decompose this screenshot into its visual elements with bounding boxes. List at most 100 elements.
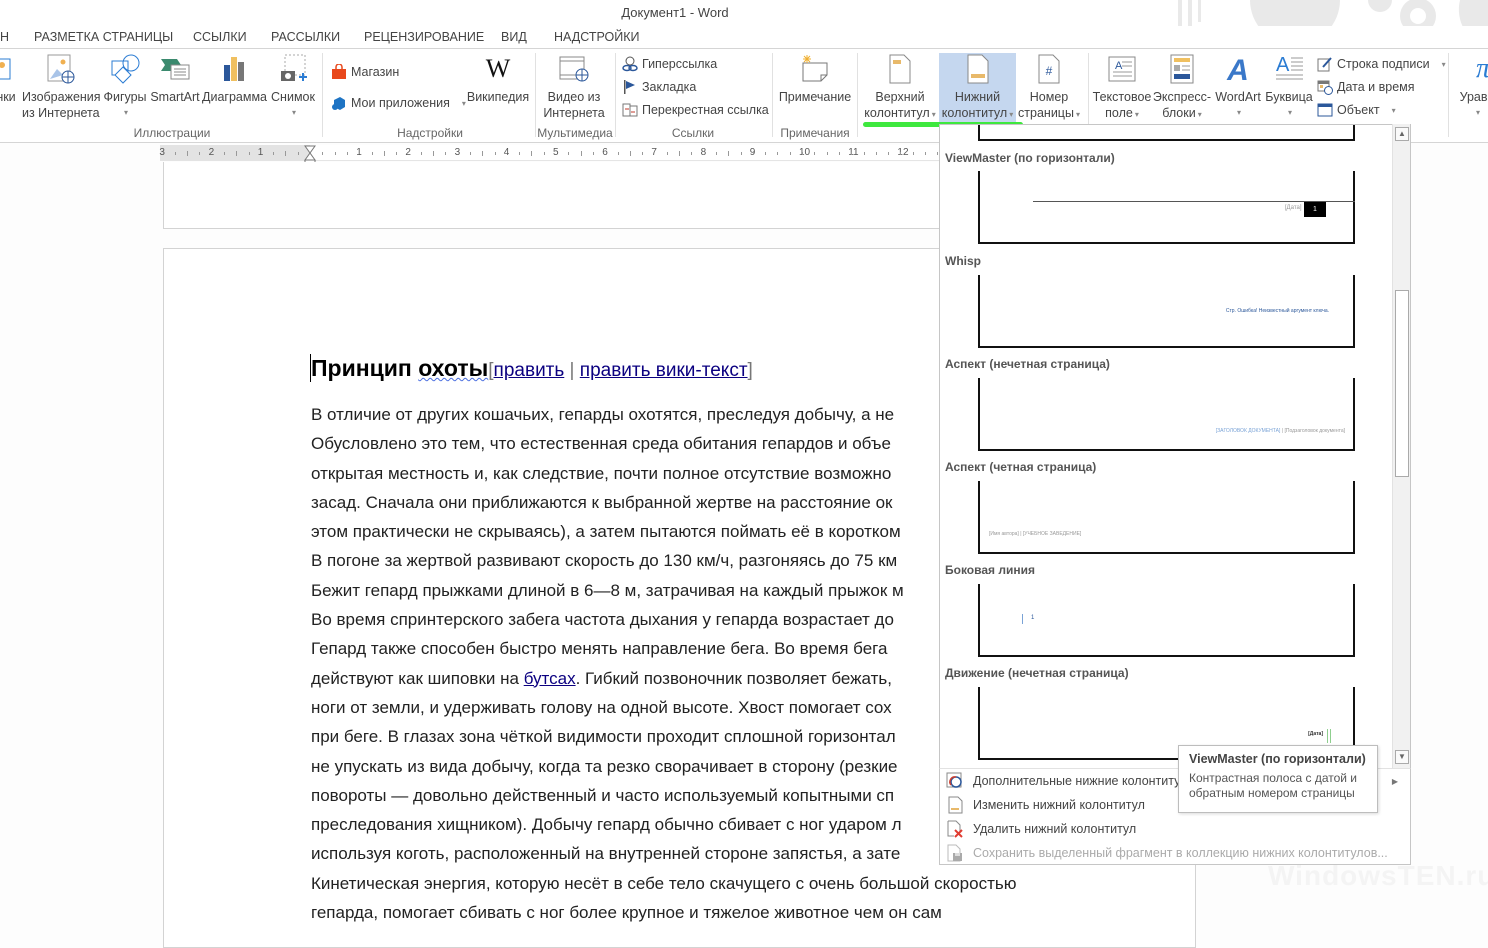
- gallery-item-whisp[interactable]: Стр. Ошибка! Неизвестный аргумент ключа.: [978, 275, 1355, 348]
- gallery-item-sideline[interactable]: 1: [978, 584, 1355, 657]
- shapes-icon: [111, 54, 140, 84]
- ruler-tick: [728, 151, 730, 156]
- tab-home-partial[interactable]: Н: [0, 30, 9, 44]
- comment-icon: [802, 55, 828, 82]
- horizontal-ruler[interactable]: 321123456789101112: [159, 145, 940, 167]
- wikipedia-button[interactable]: W Википедия: [466, 53, 530, 105]
- quick-parts-icon: [1170, 54, 1194, 84]
- tab-view[interactable]: ВИД: [501, 30, 527, 44]
- svg-text:A: A: [1276, 54, 1290, 76]
- footer-gallery: ViewMaster (по горизонтали) 1 [Дата] Whi…: [939, 124, 1411, 769]
- section-heading[interactable]: Принцип охоты[править | править вики-тек…: [311, 355, 753, 382]
- online-pictures-button[interactable]: Изображения из Интернета: [22, 53, 101, 121]
- chart-button[interactable]: Диаграмма: [202, 53, 267, 105]
- gallery-item-aspect-even[interactable]: [Имя автора] | [УЧЕБНОЕ ЗАВЕДЕНИЕ]: [978, 481, 1355, 554]
- online-video-icon: [559, 56, 589, 82]
- ribbon-separator: [1448, 53, 1449, 137]
- watermark: WindowsTEN.ru: [1268, 860, 1488, 891]
- ruler-tick: [469, 152, 471, 155]
- tab-references[interactable]: ССЫЛКИ: [193, 30, 247, 44]
- gallery-item-aspect-odd[interactable]: [ЗАГОЛОВОК ДОКУМЕНТА] | [Подзаголовок до…: [978, 378, 1355, 451]
- drop-cap-button[interactable]: A Буквица ▾: [1264, 53, 1314, 121]
- ruler-tick: [851, 152, 853, 155]
- smartart-button[interactable]: SmartArt: [150, 53, 200, 105]
- document-page-previous: [163, 162, 940, 229]
- gallery-item-viewmaster[interactable]: 1 [Дата]: [978, 171, 1355, 244]
- pictures-button[interactable]: нки: [0, 53, 18, 105]
- ruler-tick: [482, 151, 484, 156]
- ruler-tick: [826, 152, 828, 155]
- spelling-flagged-word[interactable]: охоты: [418, 355, 488, 381]
- wikipedia-icon: W: [486, 54, 511, 83]
- ruler-tick: [802, 152, 803, 155]
- header-button[interactable]: Верхний колонтитул ▾: [862, 53, 938, 123]
- ruler-tick: [420, 152, 422, 155]
- chart-icon: [224, 57, 244, 81]
- bookmark-button[interactable]: Закладка: [622, 79, 696, 95]
- ruler-tick: [371, 152, 373, 155]
- ruler-tick: [617, 152, 619, 155]
- office-com-icon: [946, 772, 962, 788]
- ruler-tick: [285, 151, 287, 156]
- gallery-item-title: ViewMaster (по горизонтали): [945, 151, 1115, 165]
- object-button[interactable]: Объект ▾: [1317, 102, 1396, 118]
- ruler-tick: [691, 152, 693, 155]
- online-pictures-icon: [47, 54, 75, 84]
- online-video-button[interactable]: Видео из Интернета: [539, 53, 609, 121]
- shapes-button[interactable]: Фигуры ▾: [102, 53, 148, 121]
- quick-parts-button[interactable]: Экспресс- блоки ▾: [1152, 53, 1212, 123]
- gallery-scrollbar[interactable]: ▲ ▼: [1392, 124, 1410, 769]
- ruler-number: 6: [602, 147, 608, 158]
- boots-link[interactable]: бутсах: [524, 669, 576, 688]
- ruler-tick: [777, 152, 779, 155]
- ruler-tick: [740, 152, 742, 155]
- wordart-icon: A: [1226, 54, 1249, 85]
- hyperlink-button[interactable]: Гиперссылка: [622, 56, 717, 72]
- ruler-number: 7: [651, 147, 657, 158]
- equation-button[interactable]: π Уравн ▾: [1452, 53, 1488, 121]
- ruler-tick: [765, 152, 767, 155]
- window-title: Документ1 - Word: [621, 5, 729, 20]
- group-label-comments: Примечания: [780, 126, 850, 140]
- footer-button[interactable]: Нижний колонтитул ▾: [939, 53, 1016, 123]
- scroll-down-button[interactable]: ▼: [1395, 750, 1409, 764]
- my-apps-button[interactable]: Мои приложения ▾: [331, 95, 466, 111]
- cross-reference-button[interactable]: Перекрестная ссылка: [622, 102, 769, 118]
- hyperlink-icon: [622, 56, 638, 72]
- edit-wiki-text-link[interactable]: править вики-текст: [580, 360, 748, 381]
- signature-line-button[interactable]: Строка подписи ▾: [1317, 56, 1446, 72]
- ruler-number: 1: [356, 147, 362, 158]
- ruler-tick: [912, 152, 914, 155]
- object-icon: [1317, 103, 1333, 117]
- bookmark-icon: [624, 80, 635, 94]
- tab-mailings[interactable]: РАССЫЛКИ: [271, 30, 340, 44]
- title-bar: Документ1 - Word: [0, 0, 1488, 48]
- preview-text: [Дата]: [1308, 731, 1323, 737]
- comment-button[interactable]: Примечание: [778, 53, 852, 105]
- my-apps-icon: [332, 97, 345, 110]
- store-button[interactable]: Магазин: [331, 64, 399, 80]
- edit-footer-icon: [948, 796, 963, 814]
- ruler-tick: [531, 151, 533, 156]
- date-time-button[interactable]: Дата и время: [1317, 79, 1415, 95]
- edit-link[interactable]: править: [494, 360, 565, 381]
- tab-page-layout[interactable]: РАЗМЕТКА СТРАНИЦЫ: [34, 30, 173, 44]
- page-number-button[interactable]: # Номер страницы ▾: [1016, 53, 1082, 123]
- submenu-arrow-icon: ▶: [1391, 776, 1398, 786]
- tab-review[interactable]: РЕЦЕНЗИРОВАНИЕ: [364, 30, 484, 44]
- ruler-tick: [187, 151, 188, 156]
- screenshot-button[interactable]: Снимок ▾: [270, 53, 316, 121]
- menu-item-remove-footer[interactable]: Удалить нижний колонтитул: [946, 818, 1406, 840]
- tab-addins[interactable]: НАДСТРОЙКИ: [554, 30, 640, 44]
- ruler-tick: [519, 152, 521, 155]
- scroll-up-button[interactable]: ▲: [1395, 127, 1409, 141]
- gallery-item-title: Whisp: [945, 254, 981, 268]
- gallery-preview-previous[interactable]: [978, 125, 1355, 141]
- text-box-button[interactable]: A Текстовое поле ▾: [1092, 53, 1152, 123]
- ruler-tick: [445, 152, 447, 155]
- ruler-tick: [248, 152, 250, 155]
- wordart-button[interactable]: A WordArt ▾: [1212, 53, 1264, 121]
- ruler-tick: [543, 152, 545, 155]
- scrollbar-thumb[interactable]: [1395, 290, 1409, 477]
- preview-text: [Дата]: [1284, 205, 1302, 211]
